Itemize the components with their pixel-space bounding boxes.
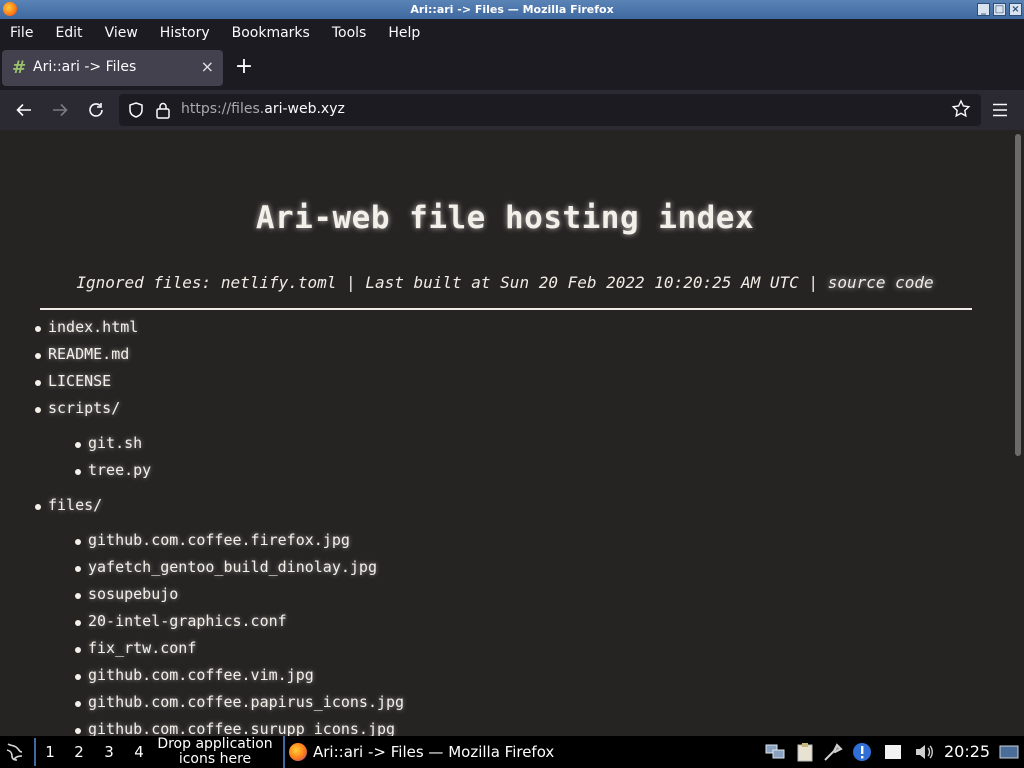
source-code-link[interactable]: source code [828, 273, 934, 292]
volume-icon[interactable] [913, 742, 935, 762]
workspace-3[interactable]: 3 [94, 738, 124, 766]
file-item[interactable]: README.md [34, 345, 129, 363]
arrow-right-icon [53, 103, 68, 117]
hamburger-menu-icon[interactable] [990, 98, 1010, 122]
file-item[interactable]: github.com.coffee.papirus_icons.jpg [74, 693, 404, 711]
close-tab-icon[interactable]: × [201, 57, 214, 76]
clipboard-icon[interactable] [794, 742, 816, 762]
workspace-2[interactable]: 2 [64, 738, 94, 766]
taskbar: 1 2 3 4 Drop application icons here Ari:… [0, 736, 1024, 768]
menu-view[interactable]: View [105, 25, 149, 41]
tab-label: Ari::ari -> Files [33, 59, 137, 75]
close-window-button[interactable]: × [1009, 3, 1022, 16]
navigation-bar: https://files.ari-web.xyz [0, 90, 1024, 130]
window-title: Ari::ari -> Files — Mozilla Firefox [410, 3, 614, 16]
new-tab-button[interactable]: + [234, 54, 254, 80]
menu-history[interactable]: History [160, 25, 221, 41]
color-picker-icon[interactable] [822, 742, 844, 762]
reload-icon [89, 103, 103, 117]
back-button[interactable] [12, 98, 36, 122]
scrollbar[interactable] [1015, 134, 1021, 456]
menu-file[interactable]: File [10, 25, 44, 41]
firefox-icon [289, 743, 307, 761]
url-bar[interactable]: https://files.ari-web.xyz [119, 94, 981, 126]
desktop-icon[interactable] [998, 742, 1020, 762]
build-info-text: Ignored files: netlify.toml | Last built… [76, 273, 828, 292]
window-titlebar[interactable]: Ari::ari -> Files — Mozilla Firefox _ □ … [0, 0, 1024, 19]
lock-icon[interactable] [155, 101, 171, 119]
file-item[interactable]: github.com.coffee.firefox.jpg [75, 531, 350, 549]
workspace-1[interactable]: 1 [34, 738, 64, 766]
taskbar-window-title: Ari::ari -> Files — Mozilla Firefox [313, 743, 555, 761]
maximize-button[interactable]: □ [993, 3, 1006, 16]
bookmark-star-icon[interactable] [951, 99, 971, 119]
folder-item: files/ [34, 496, 103, 514]
file-item[interactable]: 20-intel-graphics.conf [75, 612, 287, 630]
menu-tools[interactable]: Tools [332, 25, 378, 41]
folder-item: scripts/ [34, 399, 121, 417]
reload-button[interactable] [84, 98, 108, 122]
menu-help[interactable]: Help [388, 25, 431, 41]
file-item[interactable]: sosupebujo [74, 585, 178, 603]
url-text[interactable]: https://files.ari-web.xyz [181, 101, 345, 117]
page-content[interactable]: Ari-web file hosting index Ignored files… [0, 130, 1024, 736]
page-heading: Ari-web file hosting index [255, 200, 755, 236]
notes-icon[interactable] [882, 742, 904, 762]
file-item[interactable]: index.html [34, 318, 138, 336]
tab-strip: # Ari::ari -> Files × + [0, 46, 1024, 90]
file-item[interactable]: github.com.coffee.vim.jpg [75, 666, 314, 684]
clock[interactable]: 20:25 [944, 736, 990, 768]
forward-button[interactable] [48, 98, 72, 122]
minimize-button[interactable]: _ [977, 3, 990, 16]
file-item[interactable]: fix_rtw.conf [74, 639, 196, 657]
taskbar-window-firefox[interactable]: Ari::ari -> Files — Mozilla Firefox [283, 736, 554, 768]
menu-bar: File Edit View History Bookmarks Tools H… [0, 19, 1024, 46]
file-item[interactable]: tree.py [74, 461, 151, 479]
network-icon[interactable] [764, 742, 786, 762]
file-item[interactable]: LICENSE [34, 372, 111, 390]
shield-icon[interactable] [127, 101, 145, 119]
file-item[interactable]: git.sh [74, 434, 142, 452]
divider [40, 308, 972, 310]
url-scheme: https://files. [181, 101, 265, 117]
menu-edit[interactable]: Edit [55, 25, 93, 41]
update-alert-icon[interactable] [851, 742, 873, 762]
url-host: ari-web.xyz [264, 101, 345, 117]
tab-files[interactable]: # Ari::ari -> Files × [2, 50, 223, 86]
app-menu-icon[interactable] [4, 741, 26, 763]
hash-favicon-icon: # [12, 58, 27, 78]
build-info: Ignored files: netlify.toml | Last built… [0, 273, 1010, 292]
menu-bookmarks[interactable]: Bookmarks [232, 25, 321, 41]
file-item[interactable]: github.com.coffee.surupp_icons.jpg [74, 720, 395, 736]
launcher-drop-area[interactable]: Drop application icons here [150, 736, 280, 767]
arrow-left-icon [16, 103, 31, 117]
file-item[interactable]: yafetch_gentoo_build_dinolay.jpg [75, 558, 377, 576]
